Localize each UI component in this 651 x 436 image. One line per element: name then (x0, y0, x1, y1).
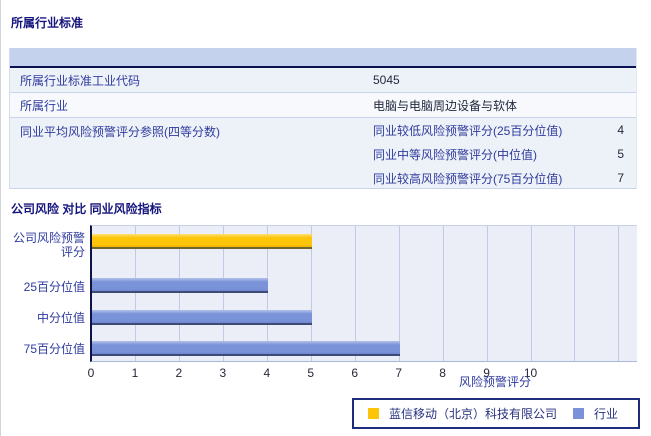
gridline (574, 226, 576, 361)
x-tick-label: 1 (131, 366, 139, 380)
peer-score-value: 4 (617, 123, 624, 137)
y-axis-label-p25: 25百分位值 (23, 280, 85, 294)
legend-swatch-company (368, 408, 379, 419)
x-tick-label: 4 (263, 366, 271, 380)
bar-industry-1 (92, 278, 268, 293)
x-axis-title: 风险预警评分 (458, 375, 531, 389)
plot-area (90, 225, 637, 362)
legend-label-company: 蓝信移动（北京）科技有限公司 (389, 407, 558, 421)
legend-swatch-industry (573, 408, 585, 419)
chart-legend: 蓝信移动（北京）科技有限公司 行业 (352, 398, 640, 429)
peer-score-row-medium: 同业中等风险预警评分(中位值) 5 (373, 142, 636, 166)
peer-score-list: 同业较低风险预警评分(25百分位值) 4 同业中等风险预警评分(中位值) 5 同… (373, 118, 636, 190)
x-tick-label: 6 (351, 366, 359, 380)
x-tick-label: 5 (307, 366, 315, 380)
bar-industry-2 (92, 310, 312, 325)
x-tick-label: 3 (219, 366, 227, 380)
table-row-sic-code: 所属行业标准工业代码 5045 (10, 68, 636, 93)
bar-company-0 (92, 234, 312, 249)
y-axis-label-median: 中分位值 (36, 311, 85, 325)
row-label: 所属行业标准工业代码 (20, 73, 141, 88)
table-header-band (10, 48, 636, 68)
x-tick-label: 0 (87, 366, 95, 380)
section-title-risk-comparison: 公司风险 对比 同业风险指标 (11, 202, 162, 216)
y-axis-label-company-score: 公司风险预警评分 (12, 231, 85, 259)
peer-score-label: 同业中等风险预警评分(中位值) (373, 147, 537, 162)
gridline (530, 226, 532, 361)
industry-standard-table: 所属行业标准工业代码 5045 所属行业 电脑与电脑周边设备与软体 同业平均风险… (9, 48, 637, 189)
table-row-industry: 所属行业 电脑与电脑周边设备与软体 (10, 93, 636, 118)
row-label: 同业平均风险预警评分参照(四等分数) (20, 125, 220, 139)
gridline (486, 226, 488, 361)
peer-score-value: 5 (617, 147, 624, 161)
peer-score-row-high: 同业较高风险预警评分(75百分位值) 7 (373, 166, 636, 190)
peer-score-value: 7 (617, 171, 624, 185)
gridline (618, 226, 620, 361)
gridline (442, 226, 444, 361)
legend-label-industry: 行业 (594, 407, 619, 421)
row-value: 电脑与电脑周边设备与软体 (373, 98, 518, 113)
y-axis-label-p75: 75百分位值 (23, 342, 85, 356)
row-label: 所属行业 (20, 98, 69, 113)
peer-score-label: 同业较高风险预警评分(75百分位值) (373, 171, 563, 186)
section-title-industry-standard: 所属行业标准 (11, 16, 84, 30)
bar-industry-3 (92, 341, 400, 356)
row-value: 5045 (373, 73, 400, 87)
peer-score-row-low: 同业较低风险预警评分(25百分位值) 4 (373, 118, 636, 142)
x-axis-ticks: 0 1 2 3 4 5 6 7 8 9 10 (87, 366, 638, 380)
peer-score-label: 同业较低风险预警评分(25百分位值) (373, 123, 563, 138)
x-tick-label: 2 (175, 366, 183, 380)
table-row-peer-scores: 同业平均风险预警评分参照(四等分数) 同业较低风险预警评分(25百分位值) 4 … (10, 118, 636, 189)
report-page: 所属行业标准 所属行业标准工业代码 5045 所属行业 电脑与电脑周边设备与软体… (0, 0, 651, 436)
